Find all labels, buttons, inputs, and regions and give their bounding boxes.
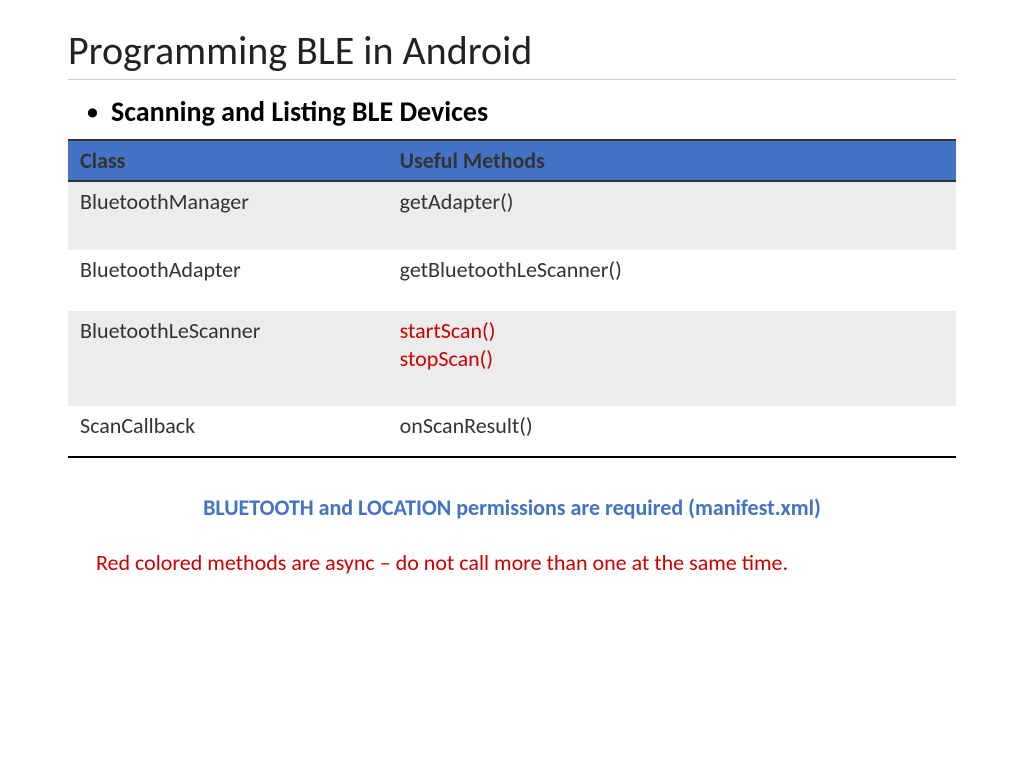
table-row: BluetoothAdapter getBluetoothLeScanner() (68, 250, 956, 312)
methods-table: Class Useful Methods BluetoothManager ge… (68, 139, 956, 456)
cell-methods: getAdapter() (388, 181, 956, 250)
table-row: ScanCallback onScanResult() (68, 406, 956, 456)
table-rule (68, 456, 956, 458)
cell-methods: onScanResult() (388, 406, 956, 456)
method: onScanResult() (400, 412, 944, 440)
table-row: BluetoothLeScanner startScan() stopScan(… (68, 311, 956, 406)
subtitle: Scanning and Listing BLE Devices (111, 94, 488, 129)
bullet-icon: • (86, 94, 99, 128)
method: startScan() (400, 317, 944, 345)
cell-class: BluetoothAdapter (68, 250, 388, 312)
table-header-row: Class Useful Methods (68, 140, 956, 181)
subtitle-row: • Scanning and Listing BLE Devices (86, 94, 956, 129)
note-async: Red colored methods are async – do not c… (96, 549, 956, 576)
cell-methods: getBluetoothLeScanner() (388, 250, 956, 312)
method: stopScan() (400, 345, 944, 373)
table-row: BluetoothManager getAdapter() (68, 181, 956, 250)
page-title: Programming BLE in Android (68, 26, 956, 80)
header-methods: Useful Methods (388, 140, 956, 181)
cell-class: ScanCallback (68, 406, 388, 456)
header-class: Class (68, 140, 388, 181)
method: getAdapter() (400, 188, 944, 216)
cell-class: BluetoothManager (68, 181, 388, 250)
cell-methods: startScan() stopScan() (388, 311, 956, 406)
slide: Programming BLE in Android • Scanning an… (0, 0, 1024, 616)
note-permissions: BLUETOOTH and LOCATION permissions are r… (68, 494, 956, 521)
cell-class: BluetoothLeScanner (68, 311, 388, 406)
method: getBluetoothLeScanner() (400, 256, 944, 284)
